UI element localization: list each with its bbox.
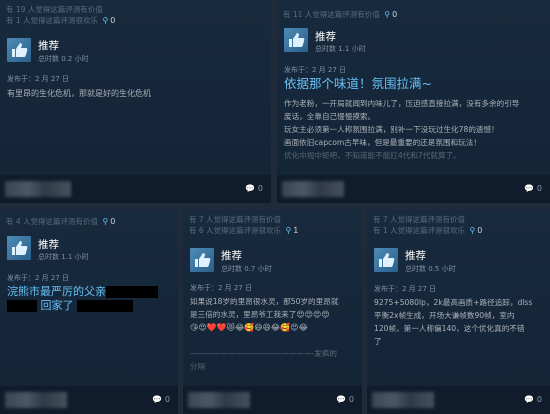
review-body-part: 回家了 [40, 299, 74, 312]
review-body-line: 如果说18岁的里昂很水灵，那50岁的里昂就 [190, 297, 339, 306]
review-card-3: 有 4 人觉得这篇评测有价值 ⚲ 0 推荐 总时数 1.1 小时 发布于：2 月 … [0, 210, 178, 414]
review-body: 9275+5080lp，2k最高画质+路径追踪，dlss 平衡2x帧生成，开场大… [374, 296, 546, 348]
review-body: 作为老粉，一开局就闻到内味儿了，压迫感直接拉满，没有多余的引导 废话，全靠自己慢… [284, 97, 546, 162]
thumbs-up-icon [374, 248, 398, 272]
comment-count[interactable]: 💬 0 [524, 395, 542, 404]
playtime-text: 总时数 0.7 小时 [221, 265, 272, 273]
author-avatar-name[interactable] [5, 181, 71, 197]
author-avatar-name[interactable] [188, 392, 250, 408]
playtime-text: 总时数 0.2 小时 [38, 55, 89, 63]
review-body-line: 120帧，第一人称偏140，这个优化真的不错 [374, 324, 525, 333]
recommendation-label: 推荐 [38, 40, 59, 52]
thumbs-up-icon [7, 38, 31, 62]
posted-date: 发布于：2 月 27 日 [284, 66, 347, 74]
recommendation-label: 推荐 [38, 239, 59, 251]
review-body-line: 废话，全靠自己慢慢摸索。 [284, 112, 376, 121]
separator-text: ————————————————-发疯的 [190, 349, 338, 358]
review-body-line: 是三倍的水灵，里昂爷工我来了 [190, 310, 297, 319]
funny-votes-text: 有 6 人觉得这篇评测很欢乐 ⚲ 1 [189, 226, 299, 235]
emoji-row: 😍😍😍😍 [296, 310, 330, 319]
award-indicator[interactable]: ⚲ 0 [384, 10, 397, 19]
posted-date: 发布于：2 月 27 日 [7, 75, 70, 83]
award-indicator[interactable]: ⚲ 0 [102, 16, 115, 25]
funny-votes-text: 有 1 人觉得这篇评测很欢乐 ⚲ 0 [373, 226, 483, 235]
helpful-votes-text: 有 4 人觉得这篇评测有价值 ⚲ 0 [6, 217, 116, 226]
award-indicator[interactable]: ⚲ 1 [285, 226, 298, 235]
award-icon: ⚲ [384, 10, 391, 19]
review-card-4: 有 7 人觉得这篇评测有价值 有 6 人觉得这篇评测很欢乐 ⚲ 1 推荐 总时数 … [183, 210, 362, 414]
review-body-line: 玩女主必须第一人称氛围拉满，别补一下没玩过生化78的遗憾！ [284, 125, 499, 134]
playtime-text: 总时数 0.5 小时 [405, 265, 456, 273]
helpful-votes-text: 有 11 人觉得这篇评测有价值 ⚲ 0 [283, 10, 398, 19]
author-avatar-name[interactable] [372, 392, 434, 408]
award-icon: ⚲ [102, 16, 109, 25]
redacted-block [76, 300, 133, 312]
comment-icon: 💬 [152, 395, 163, 404]
recommendation-label: 推荐 [221, 250, 242, 262]
review-headline: 依据那个味道！氛围拉满~ [284, 76, 432, 91]
award-indicator[interactable]: ⚲ 0 [102, 217, 115, 226]
emoji-row: 😘😍❤️❤️😻😂🥰😄😆😂🥰😍😂 [190, 323, 308, 332]
review-body-line: 平衡2x帧生成，开场大谦帧数90帧，室内 [374, 311, 515, 320]
comment-icon: 💬 [524, 184, 535, 193]
helpful-votes-text: 有 7 人觉得这篇评测有价值 [373, 215, 466, 224]
playtime-text: 总时数 1.1 小时 [38, 253, 89, 261]
review-body-line: 了 [374, 337, 382, 346]
redacted-block [106, 286, 158, 298]
comment-icon: 💬 [245, 184, 256, 193]
comment-count[interactable]: 💬 0 [245, 184, 263, 193]
review-body-part: 浣熊市最严厉的父亲 [7, 285, 106, 298]
review-body-line: 9275+5080lp，2k最高画质+路径追踪，dlss [374, 298, 533, 307]
recommendation-label: 推荐 [405, 250, 426, 262]
review-card-1: 有 19 人觉得这篇评测有价值 有 1 人觉得这篇评测很欢乐 ⚲ 0 推荐 总时数… [0, 0, 271, 203]
comment-count[interactable]: 💬 0 [152, 395, 170, 404]
posted-date: 发布于：2 月 27 日 [374, 285, 437, 293]
author-avatar-name[interactable] [5, 392, 67, 408]
review-card-5: 有 7 人觉得这篇评测有价值 有 1 人觉得这篇评测很欢乐 ⚲ 0 推荐 总时数 … [367, 210, 550, 414]
posted-date: 发布于：2 月 27 日 [190, 284, 253, 292]
posted-date: 发布于：2 月 27 日 [7, 274, 70, 282]
award-indicator[interactable]: ⚲ 0 [469, 226, 482, 235]
review-card-2: 有 11 人觉得这篇评测有价值 ⚲ 0 推荐 总时数 1.1 小时 发布于：2 月… [277, 0, 550, 203]
helpful-votes-text: 有 7 人觉得这篇评测有价值 [189, 215, 282, 224]
review-body: 有里昂的生化危机，那就是好的生化危机 [7, 89, 151, 98]
thumbs-up-icon [284, 28, 308, 52]
redacted-block [7, 300, 37, 312]
funny-votes-text: 有 1 人觉得这篇评测很欢乐 ⚲ 0 [6, 16, 116, 25]
award-icon: ⚲ [102, 217, 109, 226]
recommendation-label: 推荐 [315, 31, 336, 43]
comment-icon: 💬 [336, 395, 347, 404]
author-avatar-name[interactable] [282, 181, 344, 197]
award-icon: ⚲ [469, 226, 476, 235]
comment-icon: 💬 [524, 395, 535, 404]
comment-count[interactable]: 💬 0 [336, 395, 354, 404]
review-body-line-faded: 优化中规中矩吧，不知道能不能扛4代和7代就算了。 [284, 151, 461, 160]
review-body: 如果说18岁的里昂很水灵，那50岁的里昂就 是三倍的水灵，里昂爷工我来了😍😍😍😍… [190, 295, 358, 373]
thumbs-up-icon [7, 236, 31, 260]
thumbs-up-icon [190, 248, 214, 272]
playtime-text: 总时数 1.1 小时 [315, 45, 366, 53]
review-body: 浣熊市最严厉的父亲 回家了 [7, 285, 173, 313]
review-body-line: 画面依旧capcom古早味，但是最重要的还是氛围和玩法！ [284, 138, 481, 147]
award-icon: ⚲ [285, 226, 292, 235]
review-body-line: 作为老粉，一开局就闻到内味儿了，压迫感直接拉满，没有多余的引导 [284, 99, 520, 108]
comment-count[interactable]: 💬 0 [524, 184, 542, 193]
review-body-line-faded: 分隔 [190, 362, 206, 371]
helpful-votes-text: 有 19 人觉得这篇评测有价值 [6, 5, 103, 14]
